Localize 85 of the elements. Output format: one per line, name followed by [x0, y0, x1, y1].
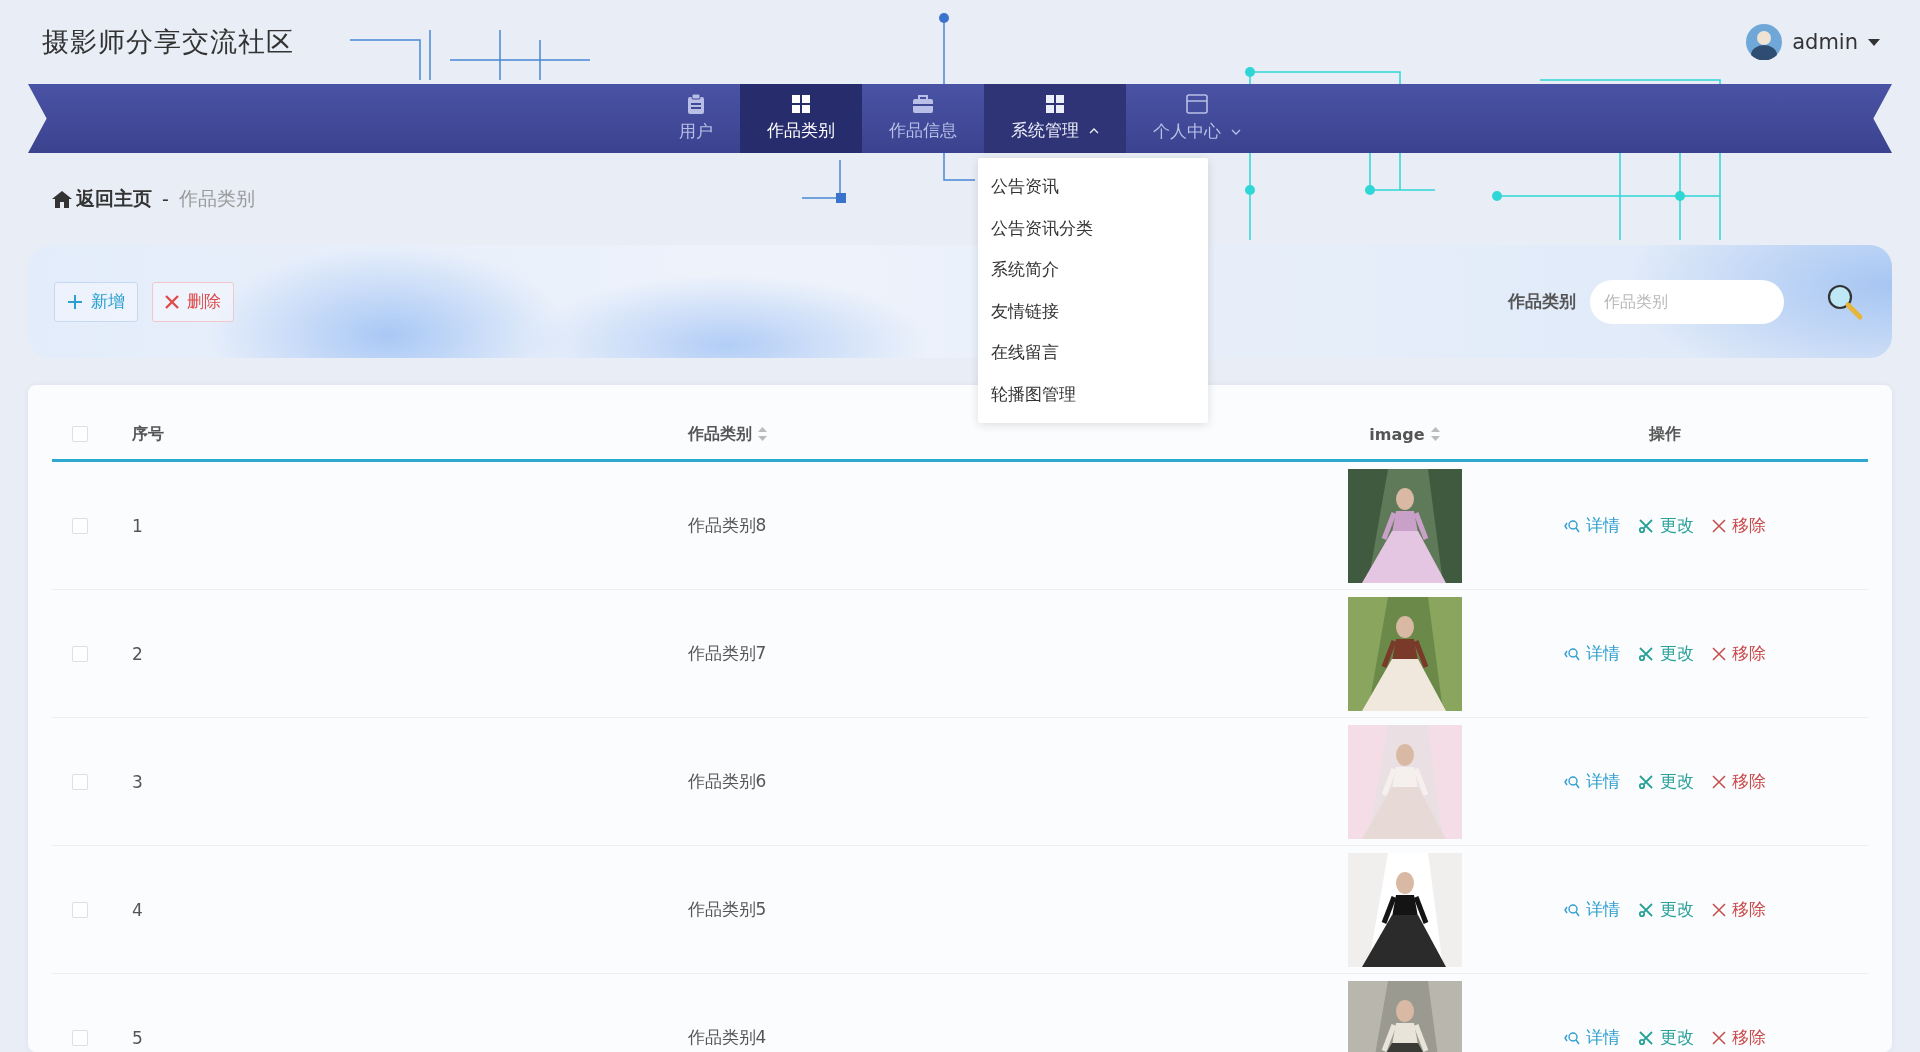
nav-tab[interactable]: 个人中心	[1126, 84, 1268, 153]
scissors-icon	[1638, 901, 1654, 918]
table-cell: 3	[132, 771, 143, 792]
scissors-icon	[1638, 1029, 1654, 1046]
checkbox[interactable]	[72, 517, 88, 534]
column-header: 序号	[132, 423, 164, 445]
plus-icon	[67, 293, 83, 310]
remove-link[interactable]: 移除	[1712, 642, 1766, 665]
close-icon	[165, 294, 179, 309]
edit-link[interactable]: 更改	[1638, 642, 1694, 665]
home-link[interactable]: 返回主页	[52, 186, 152, 212]
detail-icon	[1564, 645, 1580, 662]
detail-icon	[1564, 901, 1580, 918]
column-header: 操作	[1649, 423, 1681, 445]
grid-icon	[1046, 95, 1064, 113]
nav-tab[interactable]: 作品类别	[740, 84, 862, 153]
circuit-line	[939, 13, 949, 85]
edit-link[interactable]: 更改	[1638, 770, 1694, 793]
breadcrumb-current: 作品类别	[178, 186, 255, 211]
menu-item[interactable]: 轮播图管理	[978, 373, 1208, 415]
window-icon	[1186, 94, 1208, 114]
menu-item[interactable]: 公告资讯	[978, 166, 1208, 208]
search-icon	[1826, 282, 1864, 321]
scissors-icon	[1638, 517, 1654, 534]
column-header[interactable]: image	[1369, 424, 1425, 444]
nav-tab[interactable]: 作品信息	[862, 84, 984, 153]
site-title: 摄影师分享交流社区	[42, 25, 294, 59]
detail-icon	[1564, 773, 1580, 790]
menu-item[interactable]: 在线留言	[978, 332, 1208, 374]
table-cell: 5	[132, 1027, 143, 1048]
table-cell: 4	[132, 899, 143, 920]
sort-icon[interactable]	[757, 427, 767, 441]
detail-icon	[1564, 1029, 1580, 1046]
table-cell: 作品类别5	[687, 898, 767, 921]
scissors-icon	[1638, 645, 1654, 662]
close-icon	[1712, 1030, 1726, 1045]
avatar-icon[interactable]	[1746, 24, 1783, 60]
circuit-line	[801, 159, 846, 203]
close-icon	[1712, 518, 1726, 533]
scissors-icon	[1638, 773, 1654, 790]
delete-button[interactable]: 删除	[152, 281, 234, 322]
edit-link[interactable]: 更改	[1638, 1026, 1694, 1049]
checkbox[interactable]	[72, 426, 88, 442]
nav-tab[interactable]: 用户	[652, 84, 740, 153]
grid-icon	[792, 95, 810, 113]
nav-tab[interactable]: 系统管理	[984, 84, 1126, 153]
detail-link[interactable]: 详情	[1564, 514, 1620, 537]
close-icon	[1712, 902, 1726, 917]
table-cell: 作品类别8	[687, 514, 767, 537]
table-cell: 2	[132, 643, 143, 664]
detail-icon	[1564, 517, 1580, 534]
table-cell: 作品类别7	[687, 642, 767, 665]
remove-link[interactable]: 移除	[1712, 514, 1766, 537]
detail-link[interactable]: 详情	[1564, 642, 1620, 665]
remove-link[interactable]: 移除	[1712, 1026, 1766, 1049]
table-cell: 作品类别4	[687, 1026, 767, 1049]
remove-link[interactable]: 移除	[1712, 898, 1766, 921]
checkbox[interactable]	[72, 645, 88, 662]
column-header[interactable]: 作品类别	[687, 423, 752, 445]
breadcrumb-separator: -	[162, 188, 169, 210]
checkbox[interactable]	[72, 901, 88, 918]
edit-link[interactable]: 更改	[1638, 898, 1694, 921]
detail-link[interactable]: 详情	[1564, 770, 1620, 793]
checkbox[interactable]	[72, 773, 88, 790]
close-icon	[1712, 646, 1726, 661]
menu-item[interactable]: 友情链接	[978, 290, 1208, 332]
search-field[interactable]: 作品类别	[1590, 279, 1784, 324]
detail-link[interactable]: 详情	[1564, 1026, 1620, 1049]
checkbox[interactable]	[72, 1029, 88, 1046]
user-name[interactable]: admin	[1792, 30, 1858, 54]
add-button[interactable]: 新增	[54, 281, 138, 322]
sort-icon[interactable]	[1430, 427, 1440, 441]
edit-link[interactable]: 更改	[1638, 514, 1694, 537]
menu-item[interactable]: 系统简介	[978, 249, 1208, 291]
detail-link[interactable]: 详情	[1564, 898, 1620, 921]
close-icon	[1712, 774, 1726, 789]
table-cell: 作品类别6	[687, 770, 767, 793]
briefcase-icon	[913, 95, 933, 113]
clipboard-icon	[687, 94, 705, 114]
table-cell: 1	[132, 515, 143, 536]
search-label: 作品类别	[1508, 290, 1576, 313]
home-icon	[52, 190, 72, 208]
circuit-line	[943, 152, 976, 181]
remove-link[interactable]: 移除	[1712, 770, 1766, 793]
menu-item[interactable]: 公告资讯分类	[978, 207, 1208, 249]
